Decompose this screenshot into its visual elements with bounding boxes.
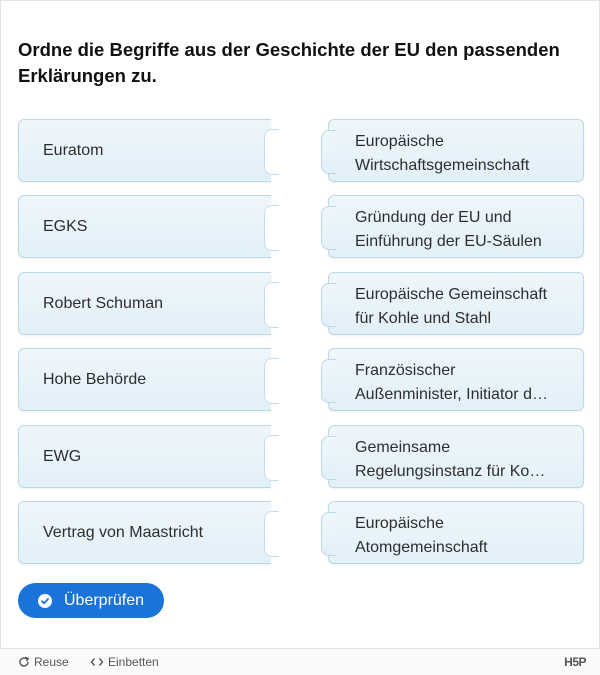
embed-button[interactable]: Einbetten [90,655,159,669]
draggable-term[interactable]: EWG [18,425,271,488]
h5p-frame: Ordne die Begriffe aus der Geschichte de… [0,0,600,674]
term-connector [264,435,279,481]
dropzone-explanation[interactable]: Gründung der EU und Einführung der EU-Sä… [321,195,584,258]
term-connector [264,129,279,175]
term-connector [264,282,279,328]
embed-label: Einbetten [108,655,159,669]
pair-row: Euratom Europäische Wirtschaftsgemeinsch… [1,117,600,185]
reuse-label: Reuse [34,655,69,669]
draggable-term[interactable]: Hohe Behörde [18,348,271,411]
dropzone-connector [321,512,336,556]
pair-row: Robert Schuman Europäische Gemeinschaft … [1,270,600,338]
pair-row: Vertrag von Maastricht Europäische Atomg… [1,499,600,567]
draggable-term[interactable]: Vertrag von Maastricht [18,501,271,564]
reuse-button[interactable]: Reuse [18,655,69,669]
dropzone-connector [321,436,336,480]
check-button[interactable]: Überprüfen [18,583,164,618]
term-connector [264,205,279,251]
dropzone-connector [321,206,336,250]
h5p-logo: H5P [564,655,586,669]
term-connector [264,511,279,557]
explanation-text: Europäische Gemeinschaft für Kohle und S… [355,286,548,327]
check-button-label: Überprüfen [64,591,145,609]
explanation-text: Gemeinsame Regelungsinstanz für Ko… [355,439,546,480]
explanation-text: Europäische Wirtschaftsgemeinschaft [355,133,530,174]
explanation-text: Französischer Außenminister, Initiator d… [355,362,548,403]
dropzone-explanation[interactable]: Gemeinsame Regelungsinstanz für Ko… [321,425,584,488]
dropzone-explanation[interactable]: Europäische Atomgemeinschaft [321,501,584,564]
draggable-term[interactable]: Euratom [18,119,271,182]
dropzone-explanation[interactable]: Europäische Gemeinschaft für Kohle und S… [321,272,584,335]
dropzone-connector [321,130,336,174]
pair-row: EGKS Gründung der EU und Einführung der … [1,193,600,261]
explanation-text: Gründung der EU und Einführung der EU-Sä… [355,209,542,250]
term-connector [264,358,279,404]
question-text: Ordne die Begriffe aus der Geschichte de… [18,39,560,86]
draggable-term[interactable]: EGKS [18,195,271,258]
footer-bar: Reuse Einbetten H5P [0,648,600,675]
dropzone-connector [321,359,336,403]
dropzone-explanation[interactable]: Französischer Außenminister, Initiator d… [321,348,584,411]
check-circle-icon [38,593,52,608]
pair-row: Hohe Behörde Französischer Außenminister… [1,346,600,414]
reuse-icon [19,656,30,667]
draggable-term[interactable]: Robert Schuman [18,272,271,335]
code-icon [90,658,104,666]
pair-row: EWG Gemeinsame Regelungsinstanz für Ko… [1,423,600,491]
dropzone-explanation[interactable]: Europäische Wirtschaftsgemeinschaft [321,119,584,182]
explanation-text: Europäische Atomgemeinschaft [355,515,488,556]
dropzone-connector [321,283,336,327]
